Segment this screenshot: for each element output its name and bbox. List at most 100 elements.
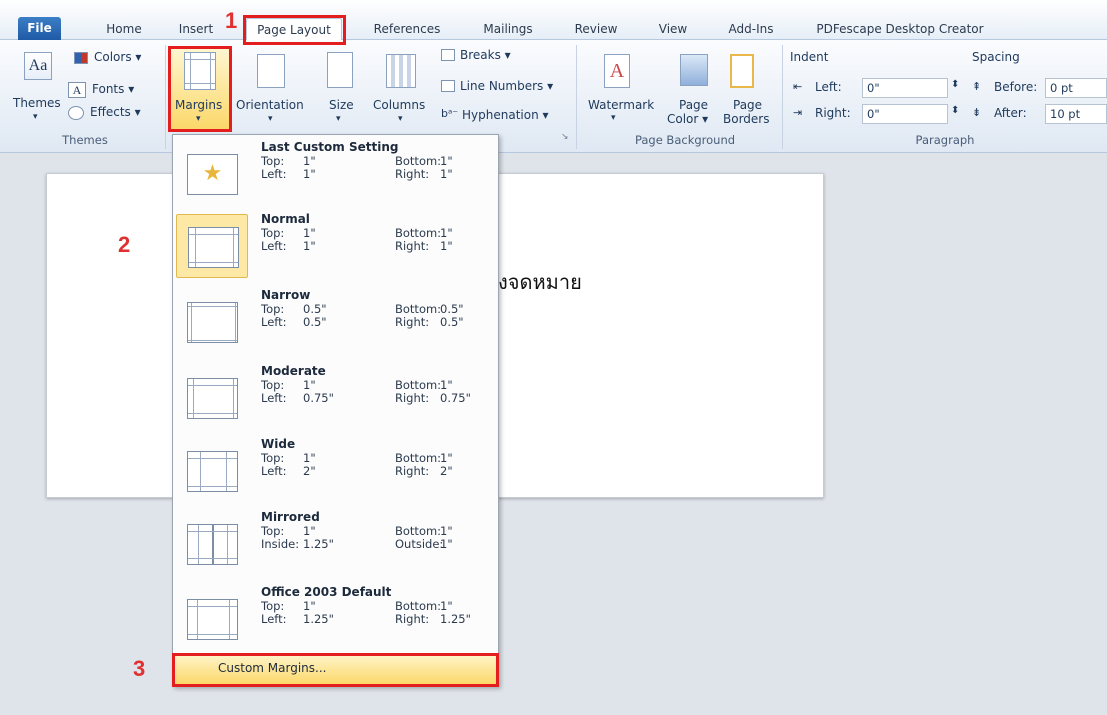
margin-field-value: 1" bbox=[440, 226, 453, 240]
margin-field-label: Bottom: bbox=[395, 451, 442, 465]
margin-preset-thumbnail bbox=[176, 439, 248, 503]
indent-right-input[interactable]: 0" bbox=[862, 104, 948, 124]
size-dropdown-icon[interactable]: ▾ bbox=[336, 114, 341, 124]
margin-preset-name: Narrow bbox=[261, 288, 311, 302]
page-color-button[interactable]: Page bbox=[679, 98, 708, 112]
ribbon-tab-bar: File Home Insert Page Layout References … bbox=[0, 0, 1107, 40]
margin-field-label: Right: bbox=[395, 167, 430, 181]
document-text[interactable]: งจดหมาย bbox=[498, 266, 582, 298]
orientation-dropdown-icon[interactable]: ▾ bbox=[268, 114, 273, 124]
margin-field-label: Inside: bbox=[261, 537, 300, 551]
indent-right-spinner-icon[interactable]: ⬍ bbox=[951, 105, 959, 116]
effects-button[interactable]: Effects ▾ bbox=[90, 105, 141, 119]
margin-field-value: 1" bbox=[303, 378, 316, 392]
indent-left-input[interactable]: 0" bbox=[862, 78, 948, 98]
margin-field-value: 1" bbox=[440, 239, 453, 253]
margin-field-value: 1" bbox=[303, 239, 316, 253]
margin-field-value: 1" bbox=[440, 537, 453, 551]
margin-field-value: 1" bbox=[303, 226, 316, 240]
effects-icon bbox=[68, 106, 84, 120]
margin-preset-item[interactable]: Office 2003 Default Top: 1" Bottom: 1" Left: 1… bbox=[176, 583, 494, 653]
spacing-after-icon: ⇟ bbox=[972, 106, 982, 119]
tab-insert[interactable]: Insert bbox=[175, 18, 217, 40]
themes-button[interactable]: Themes bbox=[13, 96, 61, 110]
breaks-icon bbox=[441, 49, 455, 61]
margin-field-label: Left: bbox=[261, 167, 287, 181]
tab-review[interactable]: Review bbox=[572, 18, 620, 40]
margin-field-value: 1" bbox=[440, 599, 453, 613]
size-button[interactable]: Size bbox=[329, 98, 354, 112]
hyphenation-button[interactable]: Hyphenation ▾ bbox=[462, 108, 549, 122]
fonts-icon: A bbox=[68, 82, 86, 98]
line-numbers-button[interactable]: Line Numbers ▾ bbox=[460, 79, 553, 93]
spacing-before-input[interactable]: 0 pt bbox=[1045, 78, 1107, 98]
step-3-label: 3 bbox=[133, 656, 146, 681]
watermark-button[interactable]: Watermark bbox=[588, 98, 654, 112]
margin-preset-item[interactable]: Narrow Top: 0.5" Bottom: 0.5" Left: 0.5" Right:… bbox=[176, 286, 494, 356]
spacing-after-label: After: bbox=[994, 106, 1027, 120]
spacing-after-input[interactable]: 10 pt bbox=[1045, 104, 1107, 124]
margin-field-label: Bottom: bbox=[395, 154, 442, 168]
tab-pdfescape[interactable]: PDFescape Desktop Creator bbox=[814, 18, 986, 40]
page-borders-button-line2[interactable]: Borders bbox=[723, 112, 769, 126]
indent-left-label: Left: bbox=[815, 80, 842, 94]
margin-preset-name: Normal bbox=[261, 212, 310, 226]
paragraph-group-label: Paragraph bbox=[915, 133, 975, 147]
margin-preset-item[interactable]: Wide Top: 1" Bottom: 1" Left: 2" Right: 2" bbox=[176, 435, 494, 505]
page-borders-icon bbox=[730, 54, 754, 88]
margin-preset-item[interactable]: Normal Top: 1" Bottom: 1" Left: 1" Right: 1" bbox=[176, 210, 494, 280]
tab-add-ins[interactable]: Add-Ins bbox=[724, 18, 778, 40]
margin-field-label: Right: bbox=[395, 239, 430, 253]
margin-field-label: Left: bbox=[261, 464, 287, 478]
margin-field-value: 0.5" bbox=[303, 302, 327, 316]
margin-field-label: Right: bbox=[395, 391, 430, 405]
margin-preset-item[interactable]: Mirrored Top: 1" Bottom: 1" Inside: 1.25" Outsi… bbox=[176, 508, 494, 578]
custom-margins-menu-item[interactable]: Custom Margins... bbox=[172, 653, 499, 687]
margin-field-label: Right: bbox=[395, 315, 430, 329]
star-icon: ★ bbox=[187, 154, 238, 195]
page-preview-icon bbox=[187, 378, 238, 419]
margin-preset-item[interactable]: ★ Last Custom Setting Top: 1" Bottom: 1" Left:… bbox=[176, 138, 494, 208]
page-setup-launcher-icon[interactable]: ↘ bbox=[561, 132, 569, 142]
orientation-button[interactable]: Orientation bbox=[236, 98, 304, 112]
margin-field-value: 2" bbox=[303, 464, 316, 478]
margins-dropdown-icon: ▾ bbox=[196, 114, 201, 124]
watermark-dropdown-icon[interactable]: ▾ bbox=[611, 113, 616, 123]
themes-dropdown-icon[interactable]: ▾ bbox=[33, 112, 38, 122]
margin-field-label: Bottom: bbox=[395, 378, 442, 392]
group-separator bbox=[782, 45, 783, 149]
tab-mailings[interactable]: Mailings bbox=[478, 18, 538, 40]
margins-icon bbox=[184, 52, 216, 90]
columns-dropdown-icon[interactable]: ▾ bbox=[398, 114, 403, 124]
margin-field-value: 0.5" bbox=[303, 315, 327, 329]
indent-left-icon: ⇤ bbox=[793, 80, 803, 93]
indent-left-spinner-icon[interactable]: ⬍ bbox=[951, 79, 959, 90]
margin-preset-thumbnail bbox=[176, 366, 248, 430]
margin-preset-item[interactable]: Moderate Top: 1" Bottom: 1" Left: 0.75" Right: 0… bbox=[176, 362, 494, 432]
colors-icon bbox=[74, 52, 88, 64]
step-2-label: 2 bbox=[118, 232, 131, 257]
margin-field-label: Bottom: bbox=[395, 226, 442, 240]
columns-icon bbox=[386, 54, 416, 88]
spacing-before-icon: ⇞ bbox=[972, 80, 982, 93]
orientation-icon bbox=[257, 54, 285, 88]
tab-references[interactable]: References bbox=[367, 18, 447, 40]
tab-file[interactable]: File bbox=[18, 17, 61, 40]
fonts-button[interactable]: Fonts ▾ bbox=[92, 82, 134, 96]
page-preview-icon bbox=[187, 599, 238, 640]
margin-field-label: Left: bbox=[261, 612, 287, 626]
page-preview-icon bbox=[187, 451, 238, 492]
page-background-group-label: Page Background bbox=[634, 133, 736, 147]
columns-button[interactable]: Columns bbox=[373, 98, 425, 112]
margin-field-value: 1" bbox=[303, 524, 316, 538]
margin-field-value: 0.75" bbox=[303, 391, 334, 405]
page-borders-button[interactable]: Page bbox=[733, 98, 762, 112]
breaks-button[interactable]: Breaks ▾ bbox=[460, 48, 511, 62]
tab-view[interactable]: View bbox=[655, 18, 691, 40]
page-color-button-line2[interactable]: Color ▾ bbox=[667, 112, 708, 126]
watermark-icon: A bbox=[604, 54, 630, 88]
margin-preset-name: Wide bbox=[261, 437, 296, 451]
page-preview-icon bbox=[188, 227, 239, 268]
colors-button[interactable]: Colors ▾ bbox=[94, 50, 141, 64]
tab-home[interactable]: Home bbox=[104, 18, 144, 40]
